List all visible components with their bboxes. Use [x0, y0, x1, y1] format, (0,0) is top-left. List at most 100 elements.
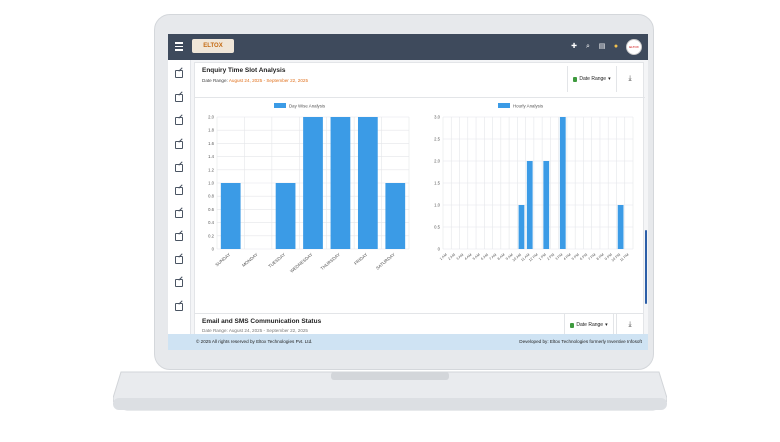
footer: © 2025 All rights reserved by Eltox Tech… [168, 334, 648, 350]
x-tick-label: 5 AM [472, 253, 481, 261]
plus-icon[interactable]: ✚ [570, 43, 578, 51]
y-tick-label: 0.2 [208, 233, 214, 238]
y-tick-label: 2.5 [434, 137, 440, 142]
y-tick-label: 1.6 [208, 141, 214, 146]
y-tick-label: 1.4 [208, 154, 214, 159]
legend-label: Hourly Analysis [513, 104, 544, 109]
sidebar-edit-icon[interactable] [175, 70, 183, 78]
x-tick-label: 2 AM [447, 253, 456, 261]
date-range-button[interactable]: Date Range ▾ [564, 314, 614, 336]
bar [518, 205, 525, 249]
legend-swatch [498, 103, 510, 108]
y-tick-label: 0 [438, 247, 441, 252]
sidebar-edit-icon[interactable] [175, 256, 183, 264]
caret-down-icon: ▾ [608, 76, 611, 82]
y-tick-label: 0.8 [208, 194, 214, 199]
bar [303, 117, 323, 249]
x-tick-label: WEDNESDAY [289, 252, 314, 274]
calendar-icon [573, 76, 578, 82]
y-tick-label: 3.0 [434, 115, 440, 120]
x-tick-label: 1 PM [538, 253, 547, 261]
scrollbar[interactable] [645, 230, 647, 304]
x-tick-label: SATURDAY [375, 252, 396, 271]
top-bar: ELTOX ✚ ⌕ ▤ ● ELTOX [168, 34, 648, 60]
menu-icon[interactable] [175, 42, 183, 51]
x-tick-label: 11 PM [619, 253, 629, 263]
bar [275, 183, 296, 249]
avatar[interactable]: ELTOX [626, 39, 642, 55]
bar [617, 205, 624, 249]
x-tick-label: 1 AM [439, 253, 448, 261]
company-logo[interactable]: ELTOX [192, 39, 234, 53]
x-tick-label: TUESDAY [267, 252, 286, 269]
sidebar-edit-icon[interactable] [175, 94, 183, 102]
bar [220, 183, 241, 249]
y-tick-label: 1.5 [434, 181, 440, 186]
y-tick-label: 0.6 [208, 207, 214, 212]
x-tick-label: 7 AM [488, 253, 497, 261]
x-tick-label: MONDAY [241, 252, 259, 268]
download-button[interactable]: ⤓ [616, 66, 643, 92]
card-date-range: Date Range: August 24, 2025 - September … [202, 328, 308, 333]
x-tick-label: 5 PM [571, 253, 580, 261]
enquiry-time-slot-card: Enquiry Time Slot Analysis Date Range: A… [194, 62, 645, 334]
legend-swatch [274, 103, 286, 108]
bar [385, 183, 406, 249]
sidebar-edit-icon[interactable] [175, 141, 183, 149]
footer-developer: Developed by: Eltox Technologies formerl… [519, 339, 642, 344]
x-tick-label: 8 AM [497, 253, 506, 261]
day-wise-chart: Day Wise Analysis 0 0.2 0.4 0.6 0.8 1.0 1.2 1.4 1… [208, 103, 410, 274]
x-tick-label: 2 PM [546, 253, 555, 261]
sidebar-edit-icon[interactable] [175, 233, 183, 241]
y-tick-label: 0.5 [434, 225, 440, 230]
sidebar-edit-icon[interactable] [175, 187, 183, 195]
hourly-chart: Hourly Analysis00.51.01.52.02.53.01 AM 2 … [434, 103, 634, 263]
x-tick-label: 4 PM [563, 253, 572, 261]
y-tick-label: 0 [212, 247, 215, 252]
y-tick-label: 1.8 [208, 128, 214, 133]
x-tick-label: FRIDAY [353, 252, 368, 266]
y-tick-label: 2.0 [434, 159, 440, 164]
bar [526, 161, 533, 249]
sidebar-mail-icon[interactable] [175, 303, 183, 311]
y-tick-label: 1.2 [208, 167, 214, 172]
y-tick-label: 2.0 [208, 115, 214, 120]
bar [330, 117, 351, 249]
y-tick-label: 1.0 [208, 181, 214, 186]
x-tick-label: 6 PM [579, 253, 588, 261]
search-icon[interactable]: ⌕ [584, 43, 592, 51]
legend-label: Day Wise Analysis [289, 104, 326, 109]
footer-copyright: © 2025 All rights reserved by Eltox Tech… [196, 339, 313, 344]
bar [543, 161, 550, 249]
x-tick-label: 3 PM [554, 253, 563, 261]
card-date-range: Date Range: August 24, 2025 - September … [202, 78, 308, 83]
calendar-icon [570, 322, 575, 328]
x-tick-label: SUNDAY [214, 252, 231, 267]
document-icon[interactable]: ▤ [598, 43, 606, 51]
sidebar-clipboard-icon[interactable] [175, 210, 183, 218]
y-tick-label: 1.0 [434, 203, 440, 208]
x-tick-label: 3 AM [455, 253, 464, 261]
download-icon: ⤓ [628, 321, 632, 328]
x-tick-label: 6 AM [480, 253, 489, 261]
sidebar-edit-icon[interactable] [175, 117, 183, 125]
x-tick-label: 4 AM [464, 253, 473, 261]
card-title: Enquiry Time Slot Analysis [202, 67, 286, 74]
sidebar-document-icon[interactable] [175, 164, 183, 172]
x-tick-label: 7 PM [587, 253, 596, 261]
bar [559, 117, 566, 249]
user-icon[interactable]: ● [612, 43, 620, 51]
laptop-base [113, 371, 667, 411]
download-icon: ⤓ [628, 75, 632, 82]
x-tick-label: THURSDAY [320, 252, 342, 271]
sidebar [168, 60, 191, 350]
card-title: Email and SMS Communication Status [202, 318, 322, 325]
bar [357, 117, 378, 249]
top-bar-actions: ✚ ⌕ ▤ ● ELTOX [570, 38, 642, 56]
download-button[interactable]: ⤓ [616, 314, 643, 336]
y-tick-label: 0.4 [208, 220, 214, 225]
date-range-button[interactable]: Date Range ▾ [567, 66, 616, 92]
divider [195, 97, 645, 98]
sidebar-edit-icon[interactable] [175, 279, 183, 287]
caret-down-icon: ▾ [605, 322, 608, 328]
